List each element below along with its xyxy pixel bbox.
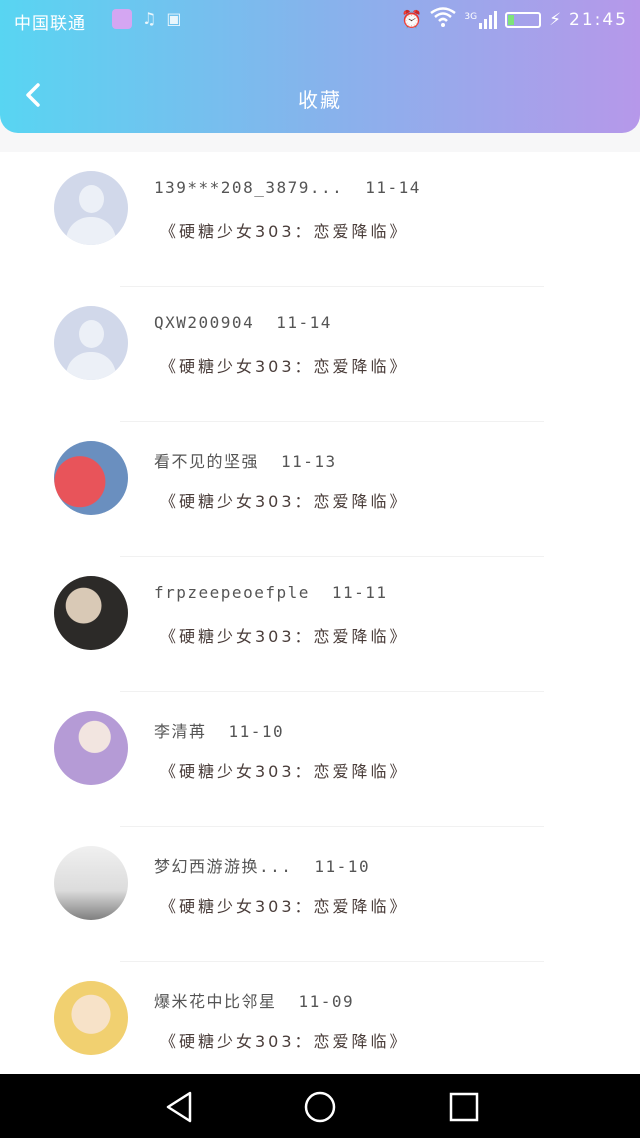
clock: 21:45 [569, 9, 628, 30]
favorite-row[interactable]: 爆米花中比邻星 11-09 《硬糖少女303：恋爱降临》 [0, 962, 640, 1074]
username: 139***208_3879... [154, 178, 344, 197]
network-type: 3G [464, 11, 478, 22]
favorite-meta: frpzeepeoefple 11-11 [154, 583, 388, 602]
favorite-row[interactable]: 梦幻西游游换... 11-10 《硬糖少女303：恋爱降临》 [0, 827, 640, 962]
favorite-title[interactable]: 《硬糖少女303：恋爱降临》 [160, 488, 409, 512]
favorite-date: 11-14 [276, 313, 332, 332]
wifi-icon [430, 7, 457, 32]
status-right: ⏰ 3G ⚡ 21:45 [401, 7, 628, 32]
favorite-title[interactable]: 《硬糖少女303：恋爱降临》 [160, 1028, 409, 1052]
battery-icon [505, 11, 542, 28]
favorite-meta: 李清苒 11-10 [154, 718, 284, 742]
avatar[interactable] [54, 171, 128, 245]
username: 看不见的坚强 [154, 452, 260, 471]
username: 爆米花中比邻星 [154, 992, 277, 1011]
favorite-row[interactable]: 看不见的坚强 11-13 《硬糖少女303：恋爱降临》 [0, 422, 640, 557]
favorite-row[interactable]: 李清苒 11-10 《硬糖少女303：恋爱降临》 [0, 692, 640, 827]
alarm-icon: ⏰ [401, 9, 423, 30]
avatar[interactable] [54, 846, 128, 920]
video-notification-icon: ▣ [166, 9, 182, 28]
favorites-list: 139***208_3879... 11-14 《硬糖少女303：恋爱降临》 QXW2… [0, 152, 640, 1074]
favorite-row[interactable]: QXW200904 11-14 《硬糖少女303：恋爱降临》 [0, 287, 640, 422]
favorite-date: 11-11 [331, 583, 388, 602]
avatar[interactable] [54, 441, 128, 515]
favorite-meta: 爆米花中比邻星 11-09 [154, 988, 354, 1012]
system-nav-bar [0, 1074, 640, 1138]
avatar[interactable] [54, 306, 128, 380]
favorite-date: 11-10 [314, 857, 371, 876]
header-bar: 中国联通 ♫ ▣ ⏰ 3G ⚡ 21:45 收藏 [0, 0, 640, 133]
nav-back-button[interactable] [162, 1090, 196, 1124]
circle-home-icon [304, 1091, 336, 1123]
square-recent-icon [449, 1092, 479, 1122]
notification-icons: ♫ ▣ [112, 9, 181, 29]
favorite-date: 11-14 [365, 178, 421, 197]
favorite-row[interactable]: frpzeepeoefple 11-11 《硬糖少女303：恋爱降临》 [0, 557, 640, 692]
page-title: 收藏 [298, 88, 342, 112]
username: frpzeepeoefple [154, 583, 310, 602]
favorite-date: 11-09 [298, 992, 355, 1011]
favorite-meta: 看不见的坚强 11-13 [154, 448, 337, 472]
triangle-back-icon [166, 1091, 192, 1123]
charging-icon: ⚡ [549, 9, 561, 30]
favorite-date: 11-10 [228, 722, 285, 741]
battery-fill [508, 14, 515, 25]
signal-icon: 3G [464, 10, 498, 29]
favorite-date: 11-13 [281, 452, 337, 471]
avatar[interactable] [54, 711, 128, 785]
favorite-title[interactable]: 《硬糖少女303：恋爱降临》 [160, 893, 409, 917]
favorite-meta: QXW200904 11-14 [154, 313, 332, 332]
favorite-title[interactable]: 《硬糖少女303：恋爱降临》 [160, 758, 409, 782]
music-notification-icon: ♫ [142, 9, 157, 28]
nav-home-button[interactable] [303, 1090, 337, 1124]
favorite-title[interactable]: 《硬糖少女303：恋爱降临》 [160, 623, 409, 647]
gallery-notification-icon [112, 9, 132, 29]
favorite-title[interactable]: 《硬糖少女303：恋爱降临》 [160, 218, 409, 242]
avatar[interactable] [54, 576, 128, 650]
username: QXW200904 [154, 313, 255, 332]
carrier-label: 中国联通 [14, 14, 86, 34]
favorite-title[interactable]: 《硬糖少女303：恋爱降临》 [160, 353, 409, 377]
status-bar: 中国联通 ♫ ▣ ⏰ 3G ⚡ 21:45 [0, 0, 640, 40]
username: 李清苒 [154, 722, 207, 741]
favorite-meta: 梦幻西游游换... 11-10 [154, 853, 370, 877]
avatar[interactable] [54, 981, 128, 1055]
nav-recent-button[interactable] [447, 1090, 481, 1124]
favorite-row[interactable]: 139***208_3879... 11-14 《硬糖少女303：恋爱降临》 [0, 152, 640, 287]
favorite-meta: 139***208_3879... 11-14 [154, 178, 421, 197]
username: 梦幻西游游换... [154, 857, 293, 876]
